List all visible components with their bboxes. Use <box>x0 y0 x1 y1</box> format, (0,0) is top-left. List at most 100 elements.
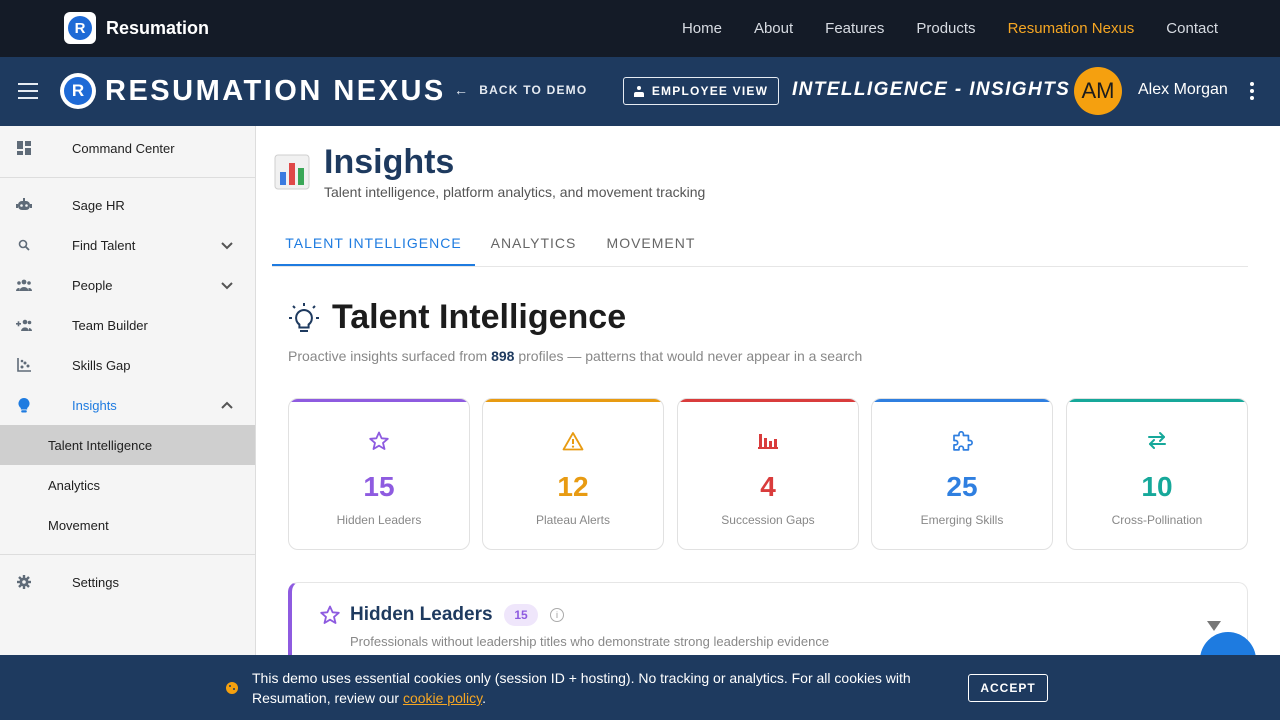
gear-icon <box>16 574 32 590</box>
page-subtitle: Talent intelligence, platform analytics,… <box>324 184 706 200</box>
profile-count: 898 <box>491 348 515 364</box>
sidebar-item-skills-gap[interactable]: Skills Gap <box>0 345 255 385</box>
sidebar-item-label: People <box>72 277 113 293</box>
tab-movement[interactable]: MOVEMENT <box>592 219 710 267</box>
sidebar-item-insights[interactable]: Insights <box>0 385 255 425</box>
arrow-left-icon: ← <box>454 82 470 98</box>
sidebar-item-find-talent[interactable]: Find Talent <box>0 225 255 265</box>
sidebar-subitem-label: Talent Intelligence <box>48 437 153 453</box>
cookie-text: This demo uses essential cookies only (s… <box>252 670 911 706</box>
app-title: RESUMATION NEXUS <box>105 75 446 107</box>
sidebar: Command Center Sage HR Find Talent Peopl… <box>0 126 256 720</box>
chevron-down-icon[interactable] <box>220 278 234 292</box>
stat-value: 4 <box>760 471 776 502</box>
sidebar-item-label: Insights <box>72 397 117 413</box>
star-icon <box>289 431 469 451</box>
tab-talent-intelligence[interactable]: TALENT INTELLIGENCE <box>272 219 475 267</box>
stat-label: Plateau Alerts <box>535 513 611 527</box>
person-icon <box>633 85 644 97</box>
sidebar-item-label: Sage HR <box>72 197 125 213</box>
back-to-demo-label: BACK TO DEMO <box>479 83 588 97</box>
stat-value: 12 <box>557 471 589 502</box>
cookie-icon <box>226 682 238 694</box>
stat-value: 10 <box>1141 471 1173 502</box>
bar-chart-emoji-icon <box>274 154 310 190</box>
robot-icon <box>16 197 32 213</box>
sidebar-divider <box>0 554 255 555</box>
site-brand-name: Resumation <box>106 17 210 38</box>
sidebar-item-command-center[interactable]: Command Center <box>0 128 255 168</box>
chevron-up-icon[interactable] <box>220 398 234 412</box>
info-icon[interactable]: i <box>550 608 564 622</box>
site-nav: R Resumation Home About Features Product… <box>0 0 1280 57</box>
sidebar-subitem-talent-intelligence[interactable]: Talent Intelligence <box>0 425 255 465</box>
sidebar-item-label: Command Center <box>72 140 175 156</box>
people-icon <box>16 277 32 293</box>
app-header: R RESUMATION NEXUS ← BACK TO DEMO EMPLOY… <box>0 57 1280 126</box>
tab-bar: TALENT INTELLIGENCE ANALYTICS MOVEMENT <box>272 219 1248 267</box>
sidebar-item-team-builder[interactable]: Team Builder <box>0 305 255 345</box>
nav-link-home[interactable]: Home <box>682 20 722 37</box>
swap-icon <box>1067 431 1247 449</box>
stat-label: Emerging Skills <box>920 513 1004 527</box>
cookie-policy-link[interactable]: cookie policy <box>403 690 482 706</box>
stat-label: Succession Gaps <box>721 513 815 527</box>
sidebar-item-people[interactable]: People <box>0 265 255 305</box>
group-add-icon <box>16 317 32 333</box>
avatar[interactable]: AM <box>1074 67 1122 115</box>
chevron-down-icon[interactable] <box>220 238 234 252</box>
puzzle-icon <box>872 431 1052 453</box>
sidebar-subitem-label: Movement <box>48 517 109 533</box>
sidebar-item-label: Settings <box>72 574 119 590</box>
sidebar-item-label: Find Talent <box>72 237 136 253</box>
stat-card-succession-gaps[interactable]: 4 Succession Gaps <box>677 398 859 550</box>
site-logo-icon: R <box>64 12 96 44</box>
sidebar-item-sage-hr[interactable]: Sage HR <box>0 185 255 225</box>
stat-card-hidden-leaders[interactable]: 15 Hidden Leaders <box>288 398 470 550</box>
employee-view-button[interactable]: EMPLOYEE VIEW <box>623 77 779 105</box>
nav-link-features[interactable]: Features <box>825 20 884 37</box>
nav-link-contact[interactable]: Contact <box>1166 20 1218 37</box>
sidebar-item-label: Team Builder <box>72 317 148 333</box>
stat-card-plateau-alerts[interactable]: 12 Plateau Alerts <box>482 398 664 550</box>
nav-link-about[interactable]: About <box>754 20 793 37</box>
site-links: Home About Features Products Resumation … <box>682 0 1218 57</box>
lightbulb-icon <box>16 397 32 413</box>
stat-card-emerging-skills[interactable]: 25 Emerging Skills <box>871 398 1053 550</box>
sidebar-item-label: Skills Gap <box>72 357 131 373</box>
sidebar-subitem-analytics[interactable]: Analytics <box>0 465 255 505</box>
sidebar-subitem-movement[interactable]: Movement <box>0 505 255 545</box>
user-name[interactable]: Alex Morgan <box>1138 81 1228 99</box>
nav-link-resumation-nexus[interactable]: Resumation Nexus <box>1008 20 1135 37</box>
count-badge: 15 <box>504 604 538 626</box>
hamburger-icon[interactable] <box>18 83 38 99</box>
site-brand[interactable]: R Resumation <box>64 12 209 44</box>
sidebar-item-settings[interactable]: Settings <box>0 562 255 602</box>
more-vert-icon[interactable] <box>1249 82 1254 100</box>
stat-value: 15 <box>363 471 395 502</box>
dashboard-icon <box>16 140 32 156</box>
lightbulb-icon <box>288 302 320 336</box>
expand-toggle-icon[interactable] <box>1207 621 1221 631</box>
app-logo-icon: R <box>60 73 96 109</box>
page-title: Insights <box>324 143 455 181</box>
panel-title: Hidden Leaders <box>350 604 493 625</box>
section-title: Talent Intelligence <box>332 298 627 336</box>
back-to-demo-button[interactable]: ← BACK TO DEMO <box>454 82 587 98</box>
chart-icon <box>16 357 32 373</box>
tab-analytics[interactable]: ANALYTICS <box>475 219 592 267</box>
panel-description: Professionals without leadership titles … <box>350 634 830 649</box>
cookie-banner: This demo uses essential cookies only (s… <box>0 655 1280 720</box>
employee-view-label: EMPLOYEE VIEW <box>651 84 769 98</box>
star-icon <box>320 605 340 630</box>
accept-button[interactable]: ACCEPT <box>968 674 1048 702</box>
search-icon <box>16 237 32 253</box>
sidebar-subitem-label: Analytics <box>48 477 101 493</box>
stat-label: Hidden Leaders <box>336 513 422 527</box>
bar-chart-icon <box>678 431 858 449</box>
section-subtitle: Proactive insights surfaced from 898 pro… <box>288 348 863 364</box>
nav-link-products[interactable]: Products <box>916 20 975 37</box>
stat-card-cross-pollination[interactable]: 10 Cross-Pollination <box>1066 398 1248 550</box>
tab-active-indicator <box>272 264 475 266</box>
stat-label: Cross-Pollination <box>1111 513 1203 527</box>
